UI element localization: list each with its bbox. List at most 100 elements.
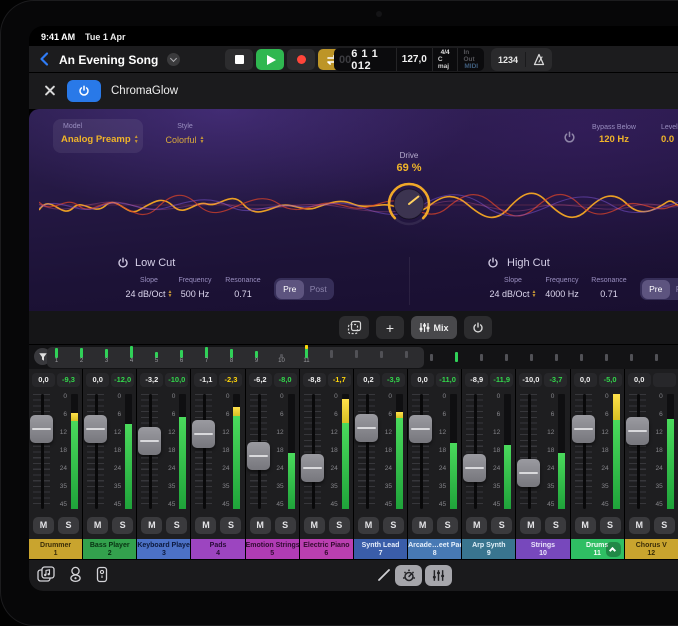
model-selector[interactable]: Model Analog Preamp▲▼ (53, 119, 143, 153)
fader-handle[interactable] (30, 415, 53, 443)
high-cut-power-button[interactable] (487, 256, 499, 274)
close-icon[interactable] (43, 84, 56, 97)
track-name-label[interactable]: Emotion Strings5 (246, 539, 299, 559)
mute-button[interactable]: M (195, 517, 216, 534)
volume-readout[interactable]: 0,0 (574, 373, 597, 387)
solo-button[interactable]: S (600, 517, 621, 534)
fader-handle[interactable] (138, 427, 161, 455)
track-name-label[interactable]: Drums11 (571, 539, 624, 559)
metronome-button[interactable] (526, 53, 552, 66)
track-name-label[interactable]: Synth Lead7 (354, 539, 407, 559)
solo-button[interactable]: S (491, 517, 512, 534)
fader-handle[interactable] (355, 414, 378, 442)
volume-readout[interactable]: 0,0 (86, 373, 109, 387)
mute-button[interactable]: M (33, 517, 54, 534)
solo-button[interactable]: S (275, 517, 296, 534)
back-chevron-icon[interactable] (37, 51, 53, 67)
volume-readout[interactable]: -8,9 (465, 373, 488, 387)
mute-button[interactable]: M (87, 517, 108, 534)
mute-button[interactable]: M (141, 517, 162, 534)
fader-handle[interactable] (247, 442, 270, 470)
mute-button[interactable]: M (575, 517, 596, 534)
solo-button[interactable]: S (220, 517, 241, 534)
mute-button[interactable]: M (629, 517, 650, 534)
fader-handle[interactable] (409, 415, 432, 443)
track-name-label[interactable]: Strings10 (516, 539, 569, 559)
track-name-label[interactable]: Arp Synth9 (462, 539, 515, 559)
song-title[interactable]: An Evening Song (59, 53, 158, 67)
fader-handle[interactable] (517, 459, 540, 487)
solo-button[interactable]: S (112, 517, 133, 534)
loops-browser-icon (37, 566, 55, 583)
pre-button[interactable]: Pre (276, 280, 305, 299)
mute-button[interactable]: M (412, 517, 433, 534)
volume-readout[interactable]: 0,0 (32, 373, 55, 387)
count-in-button[interactable]: 1234 (491, 55, 525, 65)
solo-button[interactable]: S (329, 517, 350, 534)
controls-view-button[interactable] (395, 565, 422, 586)
mix-toggle-button[interactable]: Mix (411, 316, 457, 339)
volume-readout[interactable]: 0,2 (357, 373, 380, 387)
io-device-button[interactable] (96, 566, 108, 588)
volume-readout[interactable]: -3,2 (140, 373, 163, 387)
fader-handle[interactable] (301, 454, 324, 482)
bypass-power-button[interactable] (563, 131, 576, 149)
volume-readout[interactable]: -6,2 (249, 373, 272, 387)
overview-visible-window[interactable] (47, 347, 424, 368)
fader-handle[interactable] (84, 415, 107, 443)
play-button[interactable] (256, 49, 284, 70)
pre-button[interactable]: Pre (642, 280, 671, 299)
drive-knob[interactable] (386, 181, 432, 227)
solo-button[interactable]: S (545, 517, 566, 534)
bypass-below-control[interactable]: Bypass Below 120 Hz (581, 124, 647, 145)
style-selector[interactable]: Style Colorful▲▼ (153, 119, 217, 153)
plugin-power-button[interactable] (67, 80, 101, 102)
duplicate-button[interactable] (339, 316, 369, 339)
mute-button[interactable]: M (520, 517, 541, 534)
track-name-label[interactable]: Keyboard Player3 (137, 539, 190, 559)
fader-handle[interactable] (572, 415, 595, 443)
fader-zone: 061218243545 (300, 391, 353, 513)
track-name-label[interactable]: Electric Piano6 (300, 539, 353, 559)
plugins-button[interactable] (68, 566, 83, 588)
add-track-button[interactable]: + (376, 316, 404, 339)
fader-handle[interactable] (463, 454, 486, 482)
solo-button[interactable]: S (654, 517, 675, 534)
browser-button[interactable] (37, 566, 55, 588)
solo-button[interactable]: S (383, 517, 404, 534)
volume-readout[interactable]: 0,0 (411, 373, 434, 387)
stop-button[interactable] (225, 49, 253, 70)
faders-view-button[interactable] (425, 565, 452, 586)
track-name-label[interactable]: Drummer1 (29, 539, 82, 559)
solo-button[interactable]: S (166, 517, 187, 534)
low-cut-resonance[interactable]: Resonance 0.71 (215, 277, 271, 302)
mute-button[interactable]: M (304, 517, 325, 534)
song-menu-button[interactable] (167, 53, 180, 66)
mute-button[interactable]: M (466, 517, 487, 534)
solo-button[interactable]: S (58, 517, 79, 534)
volume-readout[interactable]: 0,0 (628, 373, 651, 387)
edit-button[interactable] (376, 567, 392, 588)
mute-button[interactable]: M (250, 517, 271, 534)
post-button[interactable]: Post (304, 280, 333, 299)
mixer-power-button[interactable] (464, 316, 492, 339)
low-cut-power-button[interactable] (117, 256, 129, 274)
fader-handle[interactable] (192, 420, 215, 448)
volume-readout[interactable]: -8,8 (303, 373, 326, 387)
high-cut-resonance[interactable]: Resonance 0.71 (581, 277, 637, 302)
volume-readout[interactable]: -10,0 (519, 373, 542, 387)
expand-track-button[interactable] (606, 542, 621, 557)
lcd-display[interactable]: 006 1 1 012 127,0 4/4 C maj In Out MIDI (334, 48, 484, 71)
mute-button[interactable]: M (358, 517, 379, 534)
post-button[interactable]: Post (670, 280, 678, 299)
track-name-label[interactable]: Bass Player2 (83, 539, 136, 559)
fader-handle[interactable] (626, 417, 649, 445)
solo-button[interactable]: S (437, 517, 458, 534)
track-name-label[interactable]: Pads4 (191, 539, 244, 559)
track-name-label[interactable]: Chorus V12 (625, 539, 678, 559)
record-button[interactable] (287, 49, 315, 70)
level-control[interactable]: Level 0.0 (661, 124, 678, 145)
volume-readout[interactable]: -1,1 (194, 373, 217, 387)
high-cut-slope[interactable]: Slope 24 dB/Oct▲▼ (485, 277, 541, 302)
track-name-label[interactable]: Arcade…eet Pad8 (408, 539, 461, 559)
